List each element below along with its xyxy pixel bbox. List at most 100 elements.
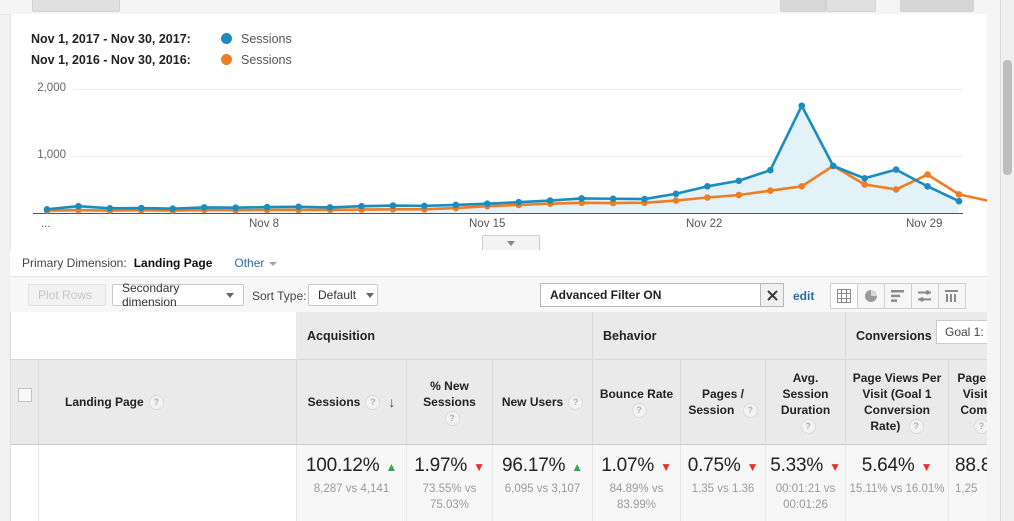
trend-down-icon: ▼: [660, 460, 672, 474]
bars-glyph: [891, 290, 904, 302]
column-avg-session-duration[interactable]: Avg. Session Duration ?: [766, 360, 846, 445]
chart-point: [767, 187, 774, 194]
column-page-views-per-visit-goal1[interactable]: Page Views Per Visit (Goal 1 Conversion …: [846, 360, 949, 445]
clear-filter-button[interactable]: [760, 283, 784, 307]
chart-point: [861, 174, 868, 182]
toolbar-chip[interactable]: [780, 0, 826, 12]
pie-glyph: [865, 290, 877, 302]
chart-point: [609, 195, 617, 203]
metric-value: 1.97%: [414, 455, 468, 476]
column-label: Avg. Session Duration: [780, 370, 831, 417]
chart-point: [704, 183, 711, 190]
help-icon[interactable]: ?: [631, 403, 647, 419]
toolbar-chip[interactable]: [900, 0, 974, 12]
help-icon[interactable]: ?: [568, 394, 584, 410]
chart-point: [421, 202, 428, 210]
metric-compare: 6,095 vs 3,107: [504, 483, 581, 495]
column-label: Pages / Session: [688, 386, 745, 417]
column-page-views-per-visit-goal1-completions[interactable]: Page Vi Visit ( Compl ?: [949, 360, 989, 445]
help-icon[interactable]: ?: [800, 419, 816, 435]
sessions-line-chart[interactable]: 2,000 1,000 ... Nov 8 Nov 15 Nov 22 Nov …: [11, 14, 989, 244]
date-range-slider[interactable]: [22, 235, 978, 252]
chart-point: [955, 191, 963, 198]
chart-point: [295, 203, 302, 211]
cell-percent-new-sessions: 1.97% ▼ 73.55% vs 75.03%: [407, 445, 493, 521]
row-landing-page-cell: [39, 445, 297, 521]
help-icon[interactable]: ?: [742, 403, 758, 419]
bar-chart-view-icon[interactable]: [885, 283, 912, 309]
goal-selector[interactable]: Goal 1: Pag: [936, 320, 989, 344]
column-landing-page[interactable]: Landing Page ?: [39, 360, 297, 445]
group-label: Behavior: [603, 328, 657, 343]
other-dimension-dropdown[interactable]: Other: [234, 256, 278, 270]
primary-dimension-bar: Primary Dimension: Landing Page Other: [10, 250, 988, 276]
table-group-acquisition: Acquisition: [297, 312, 593, 360]
column-label: Page Views Per Visit (Goal 1 Conversion …: [852, 370, 942, 434]
chart-point: [672, 190, 680, 198]
trend-up-icon: ▲: [571, 460, 583, 474]
pie-chart-view-icon[interactable]: [858, 283, 885, 309]
chart-point: [389, 202, 397, 209]
chart-point: [232, 204, 239, 212]
arrow-down-icon[interactable]: ↓: [388, 393, 395, 412]
toolbar-chip[interactable]: [32, 0, 120, 12]
trend-down-icon: ▼: [920, 460, 933, 474]
trend-down-icon: ▼: [746, 460, 759, 474]
trend-down-icon: ▼: [829, 460, 841, 474]
scrollbar-thumb[interactable]: [1003, 60, 1012, 175]
column-label: Page Vi Visit ( Compl: [957, 370, 989, 417]
column-new-users[interactable]: New Users ?: [493, 360, 593, 445]
table-group-blank: [11, 312, 297, 360]
secondary-dimension-label: Secondary dimension: [122, 281, 180, 309]
column-pages-per-session[interactable]: Pages / Session ?: [681, 360, 766, 445]
select-all-cell: [11, 360, 39, 445]
help-icon[interactable]: ?: [148, 394, 164, 410]
chart-point: [452, 201, 460, 209]
cell-pages-per-session: 0.75% ▼ 1.35 vs 1.36: [681, 445, 766, 521]
pivot-glyph: [945, 290, 958, 302]
table-controls-bar: Plot Rows Secondary dimension Sort Type:…: [10, 276, 988, 314]
column-percent-new-sessions[interactable]: % New Sessions ?: [407, 360, 493, 445]
chart-area-fill: [47, 105, 959, 213]
chart-point: [263, 203, 271, 211]
metric-compare: 1,25: [955, 483, 978, 495]
metric-value: 100.12%: [305, 455, 380, 476]
help-icon[interactable]: ?: [365, 394, 381, 410]
pivot-view-icon[interactable]: [939, 283, 966, 309]
chart-svg: [43, 102, 989, 214]
chart-point: [924, 171, 931, 178]
select-all-checkbox[interactable]: [17, 388, 32, 402]
chart-point: [515, 198, 523, 206]
help-icon[interactable]: ?: [908, 419, 924, 435]
top-toolbar-strip: [0, 0, 1014, 15]
primary-dimension-value[interactable]: Landing Page: [134, 256, 213, 270]
advanced-filter-field[interactable]: Advanced Filter ON: [540, 283, 782, 307]
cell-avg-session-duration: 5.33% ▼ 00:01:21 vs 00:01:26: [766, 445, 846, 521]
table-view-icon[interactable]: [830, 283, 858, 309]
chart-point: [892, 166, 900, 173]
column-label: New Users: [501, 394, 564, 409]
table-group-behavior: Behavior: [593, 312, 846, 360]
comparison-view-icon[interactable]: [912, 283, 939, 309]
page-scrollbar[interactable]: [1000, 0, 1014, 521]
toolbar-chip[interactable]: [826, 0, 876, 12]
column-bounce-rate[interactable]: Bounce Rate ?: [593, 360, 681, 445]
cell-page-views-per-visit-goal1-completions: 88.8 1,25: [949, 445, 989, 521]
edit-filter-link[interactable]: edit: [793, 289, 814, 303]
chart-point: [326, 204, 334, 211]
sort-type-label: Sort Type:: [252, 289, 307, 303]
trend-down-icon: ▼: [473, 460, 485, 474]
metric-compare: 73.55% vs 75.03%: [422, 483, 477, 511]
secondary-dimension-button[interactable]: Secondary dimension: [112, 281, 244, 309]
sort-type-select[interactable]: Default: [308, 284, 378, 306]
column-sessions[interactable]: Sessions ? ↓: [297, 360, 407, 445]
chart-point: [735, 177, 743, 185]
help-icon[interactable]: ?: [444, 411, 460, 427]
chart-point: [43, 205, 51, 213]
chart-point: [892, 186, 900, 193]
cell-new-users: 96.17% ▲ 6,095 vs 3,107: [493, 445, 593, 521]
column-label: % New Sessions: [423, 378, 476, 409]
group-label: Conversions: [856, 328, 932, 343]
metric-compare: 15.11% vs 16.01%: [849, 483, 945, 495]
row-checkbox-cell[interactable]: [11, 445, 39, 521]
